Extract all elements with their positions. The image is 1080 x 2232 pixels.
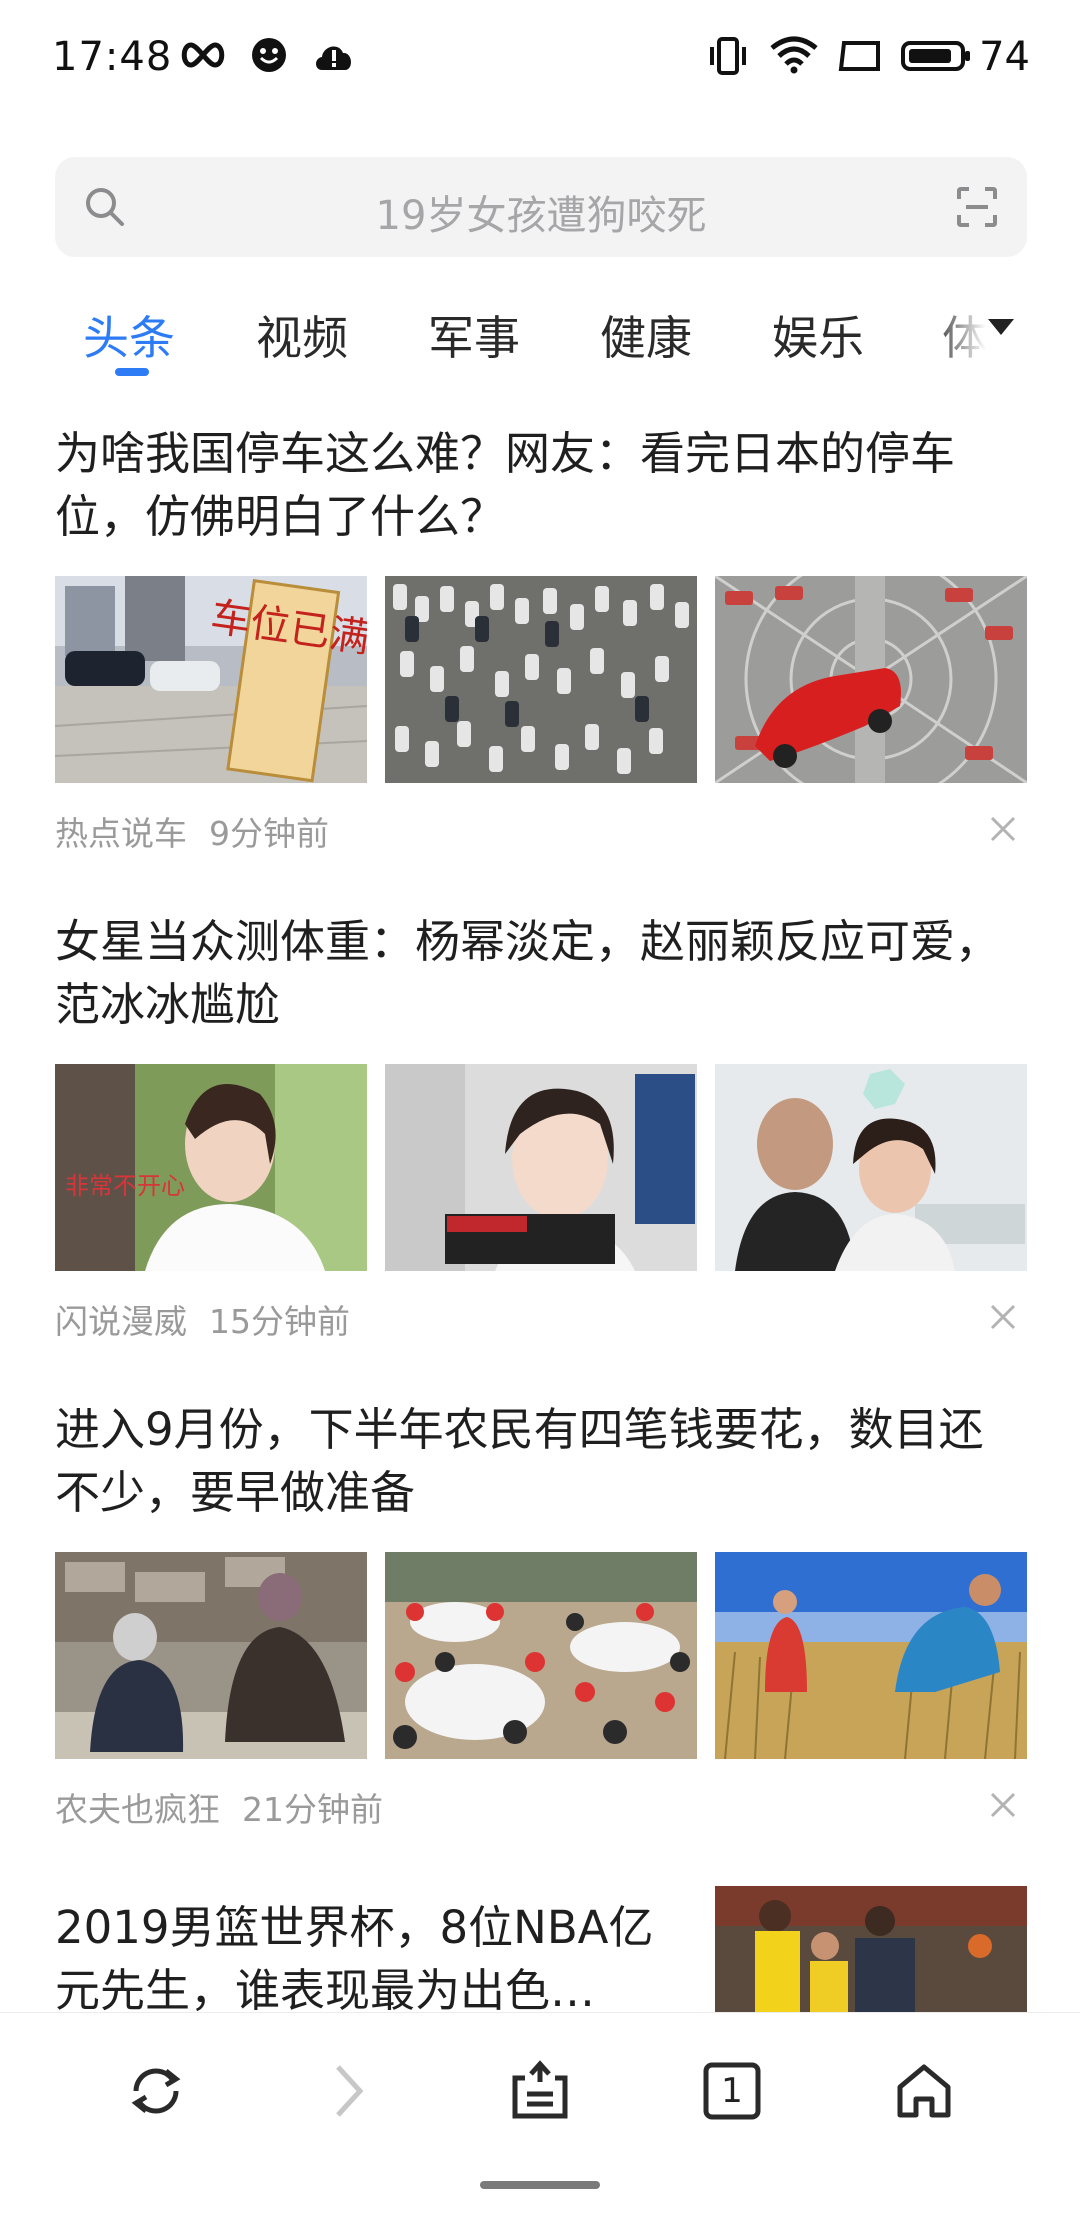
article-source: 热点说车 <box>55 814 187 853</box>
wifi-icon <box>770 36 818 74</box>
forward-icon <box>336 2065 364 2117</box>
basketball-game-image <box>715 1886 1027 2026</box>
tab-active-indicator <box>115 368 149 376</box>
parking-tower-image <box>715 576 1027 783</box>
overlay-text: 非常不开心 <box>65 1172 185 1200</box>
elderly-farmers-image <box>55 1552 367 1759</box>
bottom-navigation: 1 <box>0 2012 1080 2232</box>
article-images[interactable]: 车位已满 <box>55 576 1027 783</box>
article-thumbnail[interactable]: 非常不开心 <box>55 1064 367 1271</box>
article-time: 21分钟前 <box>242 1790 383 1829</box>
article-images[interactable]: 非常不开心 <box>55 1064 1027 1271</box>
scan-icon[interactable] <box>955 185 999 229</box>
tab-video[interactable]: 视频 <box>256 302 348 368</box>
home-button[interactable] <box>884 2051 964 2131</box>
article-title[interactable]: 进入9月份，下半年农民有四笔钱要花，数目还不少，要早做准备 <box>55 1398 1027 1524</box>
tab-headlines[interactable]: 头条 <box>83 302 175 368</box>
status-time: 17:48 <box>52 34 173 80</box>
cloud-alert-icon <box>316 46 352 70</box>
forward-button[interactable] <box>308 2051 388 2131</box>
article-source: 闪说漫威 <box>55 1302 187 1341</box>
article-time: 9分钟前 <box>209 814 329 853</box>
tab-health[interactable]: 健康 <box>600 302 692 368</box>
parking-street-image: 车位已满 <box>55 576 367 783</box>
close-icon[interactable] <box>989 1791 1017 1819</box>
refresh-icon <box>131 2068 181 2114</box>
home-indicator[interactable] <box>480 2181 600 2189</box>
chevron-down-icon[interactable] <box>986 316 1016 338</box>
article-thumbnail[interactable] <box>715 576 1027 783</box>
article-card[interactable]: 女星当众测体重：杨幂淡定，赵丽颖反应可爱，范冰冰尴尬 非常不开心 闪说漫威 15… <box>55 910 1027 1341</box>
article-thumbnail[interactable] <box>385 576 697 783</box>
channel-tabs: 头条 视频 军事 健康 娱乐 体 <box>0 290 1080 380</box>
search-input[interactable]: 19岁女孩遭狗咬死 <box>55 183 1027 241</box>
article-meta: 热点说车 9分钟前 <box>55 807 329 855</box>
article-thumbnail[interactable] <box>55 1552 367 1759</box>
screen-icon <box>838 41 880 71</box>
parking-lot-aerial-image <box>385 576 697 783</box>
article-title[interactable]: 女星当众测体重：杨幂淡定，赵丽颖反应可爱，范冰冰尴尬 <box>55 910 1027 1036</box>
close-icon[interactable] <box>989 815 1017 843</box>
article-title[interactable]: 为啥我国停车这么难？网友：看完日本的停车位，仿佛明白了什么？ <box>55 422 1027 548</box>
article-time: 15分钟前 <box>209 1302 350 1341</box>
tab-entertainment[interactable]: 娱乐 <box>772 302 864 368</box>
battery-level: 74 <box>979 34 1030 80</box>
article-card[interactable]: 进入9月份，下半年农民有四笔钱要花，数目还不少，要早做准备 农夫也疯狂 21分钟… <box>55 1398 1027 1829</box>
village-banquet-image <box>385 1552 697 1759</box>
article-meta: 农夫也疯狂 21分钟前 <box>55 1783 383 1831</box>
article-images[interactable] <box>55 1552 1027 1759</box>
tab-military[interactable]: 军事 <box>428 302 520 368</box>
article-card[interactable]: 2019男篮世界杯，8位NBA亿元先生，谁表现最为出色… <box>55 1886 1027 2026</box>
tab-count: 1 <box>721 2071 743 2111</box>
battery-icon <box>901 41 970 71</box>
article-thumbnail[interactable] <box>385 1552 697 1759</box>
celebrity-weight-image <box>385 1064 697 1271</box>
article-thumbnail[interactable]: 车位已满 <box>55 576 367 783</box>
article-source: 农夫也疯狂 <box>55 1790 220 1829</box>
close-icon[interactable] <box>989 1303 1017 1331</box>
article-title[interactable]: 2019男篮世界杯，8位NBA亿元先生，谁表现最为出色… <box>55 1886 675 2022</box>
article-meta: 闪说漫威 15分钟前 <box>55 1295 350 1343</box>
tabs-button[interactable]: 1 <box>692 2051 772 2131</box>
vibrate-icon <box>710 37 746 75</box>
refresh-button[interactable] <box>116 2051 196 2131</box>
rice-harvest-image <box>715 1552 1027 1759</box>
share-button[interactable] <box>500 2051 580 2131</box>
share-icon <box>512 2060 568 2119</box>
smiley-icon <box>252 38 286 72</box>
celebrity-couple-image <box>715 1064 1027 1271</box>
article-thumbnail[interactable] <box>715 1064 1027 1271</box>
celebrity-photo-image: 非常不开心 <box>55 1064 367 1271</box>
status-bar: 17:48 74 <box>0 0 1080 115</box>
search-bar[interactable]: 19岁女孩遭狗咬死 <box>55 157 1027 257</box>
article-card[interactable]: 为啥我国停车这么难？网友：看完日本的停车位，仿佛明白了什么？ 车位已满 热点说车… <box>55 422 1027 853</box>
article-thumbnail[interactable] <box>715 1886 1027 2026</box>
article-thumbnail[interactable] <box>715 1552 1027 1759</box>
home-icon <box>897 2064 951 2118</box>
infinity-icon <box>181 42 225 68</box>
article-thumbnail[interactable] <box>385 1064 697 1271</box>
